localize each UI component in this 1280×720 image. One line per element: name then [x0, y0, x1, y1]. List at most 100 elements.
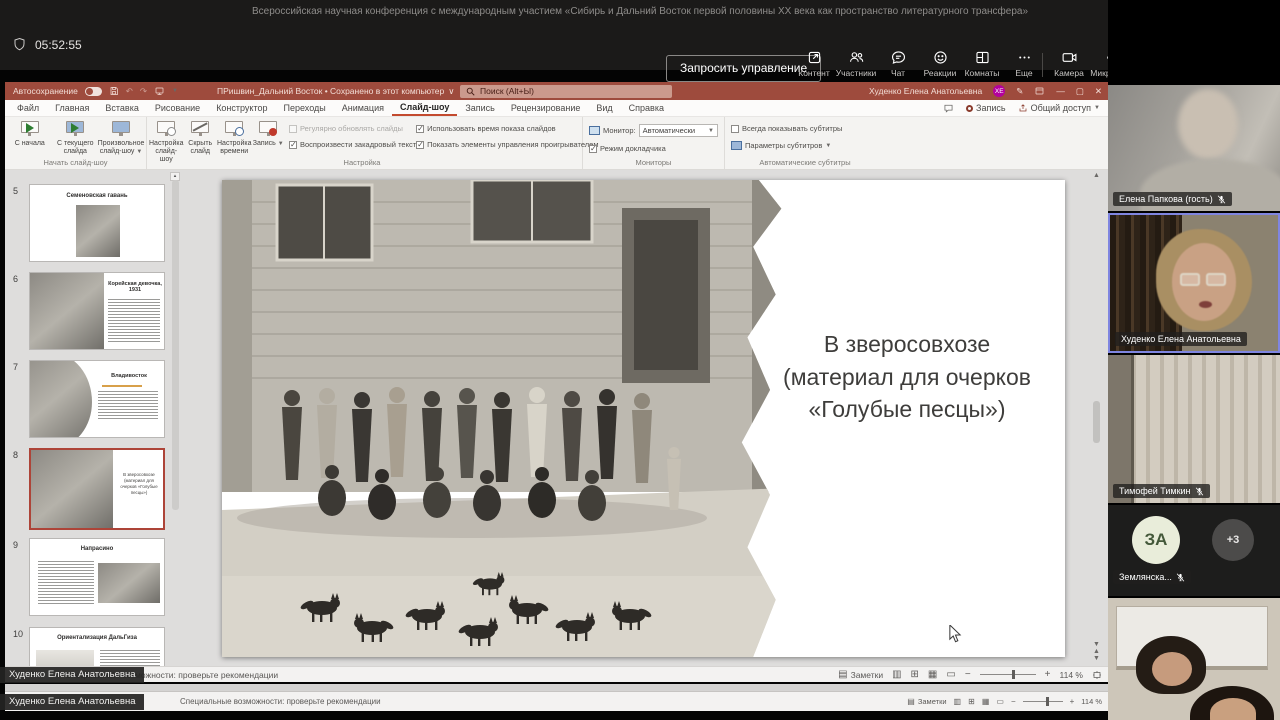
tab-review[interactable]: Рецензирование: [503, 100, 589, 116]
reactions-icon: [933, 51, 947, 64]
view-reading-icon[interactable]: ▦: [928, 669, 937, 680]
check-show-controls[interactable]: Показать элементы управления проигрывате…: [416, 140, 598, 149]
tab-help[interactable]: Справка: [621, 100, 672, 116]
search-input[interactable]: Поиск (Alt+Ы): [460, 84, 672, 98]
overflow-count-badge[interactable]: +3: [1212, 519, 1254, 561]
redo-icon[interactable]: ↷: [140, 86, 147, 97]
thumbnail-photo: [31, 450, 113, 528]
chat-icon: [891, 51, 905, 64]
check-presenter-view[interactable]: Режим докладчика: [589, 144, 718, 153]
scroll-up-icon[interactable]: ▲: [1093, 172, 1100, 179]
historical-photo-illustration: [222, 180, 782, 657]
tab-design[interactable]: Конструктор: [208, 100, 275, 116]
hide-slide-button[interactable]: Скрыть слайд: [183, 117, 217, 169]
view-slideshow-icon[interactable]: ▭: [946, 669, 955, 680]
toolbar-button-rooms[interactable]: Комнаты: [961, 49, 1003, 78]
thumbnail-photo: [30, 273, 104, 349]
thumbnail-scrollbar[interactable]: [172, 180, 179, 510]
zoom-slider[interactable]: [979, 670, 1036, 679]
avatar[interactable]: ХЕ: [993, 85, 1006, 97]
thumbnail-photo: [36, 650, 94, 666]
autosave-toggle[interactable]: [84, 86, 102, 96]
record-slideshow-button[interactable]: Запись ▼: [251, 117, 285, 169]
document-title[interactable]: ПРишвин_Дальний Восток • Сохранено в это…: [217, 82, 454, 100]
checkbox: [289, 140, 297, 149]
thumbnail-photo: [30, 361, 92, 437]
tab-record[interactable]: Запись: [457, 100, 503, 116]
slide-thumbnail-10[interactable]: Ориентализация ДальГиза: [29, 627, 165, 666]
notes-button[interactable]: ▤ Заметки: [838, 669, 883, 680]
participants-icon: [849, 52, 863, 62]
zoom-out-button: −: [1010, 697, 1016, 706]
video-tile-elena-papkova[interactable]: Елена Папкова (гость): [1108, 85, 1280, 211]
video-tile-timofey-timkin[interactable]: Тимофей Тимкин: [1108, 355, 1280, 503]
share-document-button[interactable]: Общий доступ ▼: [1018, 103, 1100, 113]
zoom-in-button: +: [1069, 697, 1075, 706]
toolbar-button-more[interactable]: Еще: [1003, 49, 1045, 78]
video-tile-whiteboard-room[interactable]: [1108, 598, 1280, 720]
toolbar-button-reactions[interactable]: Реакции: [919, 49, 961, 78]
video-tile-zemlyanskaya-group[interactable]: ЗА +3 Землянска...: [1108, 505, 1280, 596]
zoom-out-button[interactable]: −: [965, 669, 971, 680]
zoom-level[interactable]: 114 %: [1060, 670, 1083, 680]
slide-thumbnail-8-selected[interactable]: В зверосовхозе (материал для очерков «Го…: [29, 448, 165, 530]
user-name: Худенко Елена Анатольевна: [869, 86, 983, 96]
monitor-select[interactable]: Автоматически ▼: [638, 124, 718, 137]
toolbar-button-camera[interactable]: Камера: [1048, 49, 1090, 78]
check-play-narrations[interactable]: Воспроизвести закадровый текст: [289, 140, 416, 149]
zoom-in-button[interactable]: +: [1045, 669, 1051, 680]
zoom-slider-thumb: [1045, 697, 1049, 706]
fit-to-window-icon[interactable]: [1092, 670, 1102, 680]
toolbar-button-participants[interactable]: Участники: [835, 49, 877, 78]
check-refresh-slides[interactable]: Регулярно обновлять слайды: [289, 124, 416, 133]
slide-thumbnail-6[interactable]: Корейская девочка, 1931: [29, 272, 165, 350]
check-always-captions[interactable]: Всегда показывать субтитры: [731, 124, 879, 133]
tab-insert[interactable]: Вставка: [97, 100, 146, 116]
save-icon[interactable]: [109, 86, 119, 96]
view-normal-icon[interactable]: ▥: [892, 669, 901, 680]
undo-icon[interactable]: ↶: [126, 86, 133, 97]
checkbox: [289, 124, 297, 133]
close-button[interactable]: ✕: [1095, 86, 1102, 97]
pen-icon[interactable]: ✎: [1016, 86, 1023, 97]
tab-draw[interactable]: Рисование: [147, 100, 208, 116]
tab-animations[interactable]: Анимация: [334, 100, 392, 116]
participant-label: Худенко Елена Анатольевна: [1115, 332, 1247, 346]
slide-thumbnail-9[interactable]: Напрасино: [29, 538, 165, 616]
comments-icon[interactable]: [943, 103, 954, 114]
quick-access-chevron-icon[interactable]: ▼: [172, 88, 178, 94]
scrollbar-thumb[interactable]: [1093, 400, 1100, 443]
rehearse-timings-button[interactable]: Настройка времени: [217, 117, 251, 169]
ribbon-display-icon[interactable]: [1034, 86, 1045, 96]
record-button[interactable]: Запись: [966, 103, 1006, 113]
video-tile-khudenko-active-speaker[interactable]: Худенко Елена Анатольевна: [1108, 213, 1280, 353]
slide-canvas[interactable]: В зверосовхозе (материал для очерков «Го…: [222, 180, 1065, 657]
tab-file[interactable]: Файл: [9, 100, 47, 116]
toolbar-button-chat[interactable]: Чат: [877, 49, 919, 78]
next-slide-icon[interactable]: ▼: [1093, 655, 1100, 662]
tab-slideshow[interactable]: Слайд-шоу: [391, 100, 458, 116]
check-use-timings[interactable]: Использовать время показа слайдов: [416, 124, 582, 133]
touch-mode-icon[interactable]: [154, 86, 165, 96]
checkbox: [731, 124, 739, 133]
tab-transitions[interactable]: Переходы: [276, 100, 334, 116]
mic-muted-icon: [1195, 486, 1203, 496]
toolbar-button-content[interactable]: Контент: [793, 49, 835, 78]
previous-slide-icon[interactable]: ▲: [1093, 648, 1100, 655]
caption-settings-button[interactable]: Параметры субтитров ▼: [731, 141, 879, 150]
scroll-down-icon[interactable]: ▼: [1093, 641, 1100, 648]
setup-slideshow-button[interactable]: Настройка слайд-шоу: [149, 117, 183, 169]
tab-home[interactable]: Главная: [47, 100, 97, 116]
thumbnail-photo: [98, 563, 160, 603]
zoom-slider-thumb[interactable]: [1012, 670, 1016, 679]
tab-view[interactable]: Вид: [588, 100, 620, 116]
slide-thumbnail-5[interactable]: Семеновская гавань: [29, 184, 165, 262]
maximize-button[interactable]: ▢: [1076, 86, 1084, 97]
view-sorter-icon[interactable]: ⊞: [911, 669, 919, 680]
view-sorter-icon: ⊞: [968, 697, 975, 706]
slide-photo: [222, 180, 782, 657]
canvas-scrollbar[interactable]: ▲ ▼ ▲ ▼: [1091, 172, 1102, 662]
slide-thumbnail-7[interactable]: Владивосток: [29, 360, 165, 438]
minimize-button[interactable]: —: [1056, 86, 1065, 96]
slide-number: 10: [13, 629, 24, 639]
